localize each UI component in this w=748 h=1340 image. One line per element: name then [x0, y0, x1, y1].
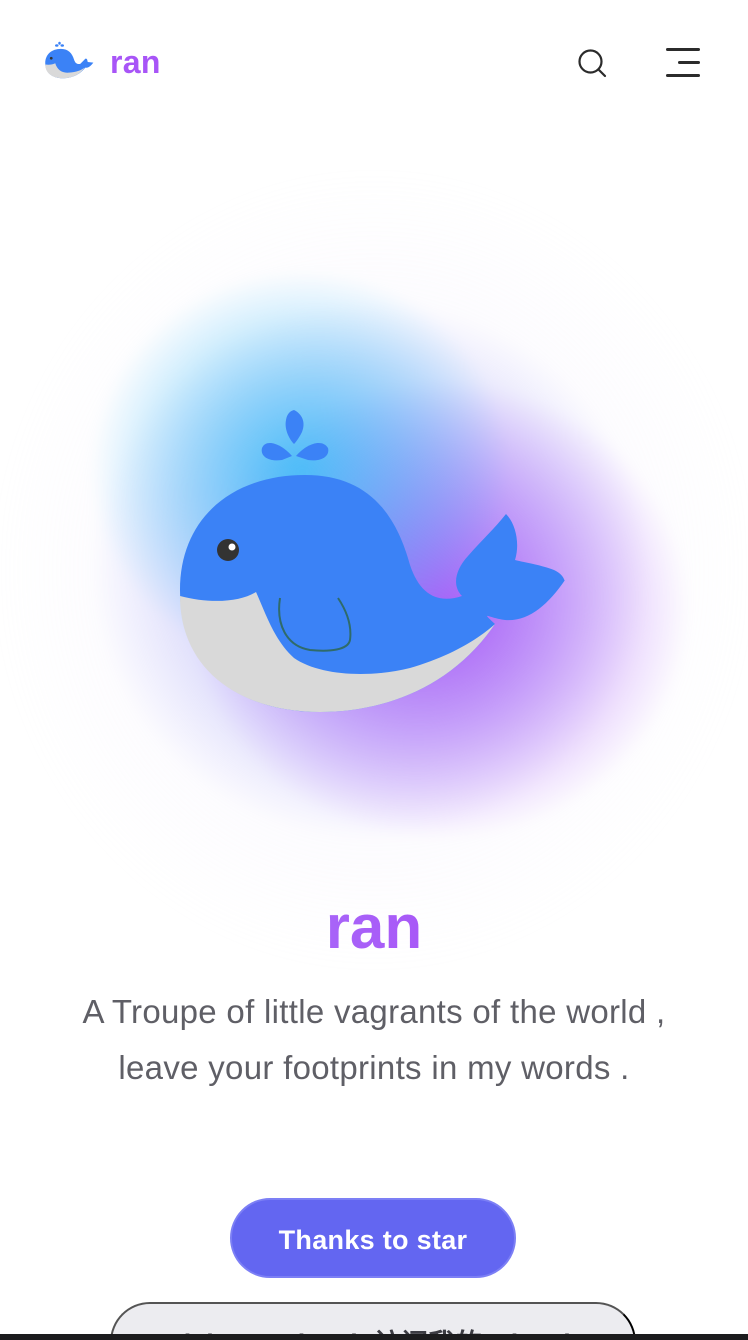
brand-home-link[interactable]: ran	[44, 40, 161, 84]
thanks-to-star-button[interactable]: Thanks to star	[230, 1198, 516, 1278]
brand-name: ran	[110, 43, 161, 80]
hero-tagline: A Troupe of little vagrants of the world…	[82, 993, 666, 1086]
whale-illustration	[180, 410, 565, 712]
hero-title: ran	[0, 888, 748, 968]
search-icon	[578, 49, 607, 78]
whale-icon	[45, 41, 94, 79]
top-navbar: ran	[0, 0, 748, 126]
menu-button[interactable]	[664, 46, 704, 80]
menu-icon	[666, 48, 700, 77]
search-button[interactable]	[576, 46, 608, 80]
bottom-edge-bar	[0, 1334, 748, 1340]
